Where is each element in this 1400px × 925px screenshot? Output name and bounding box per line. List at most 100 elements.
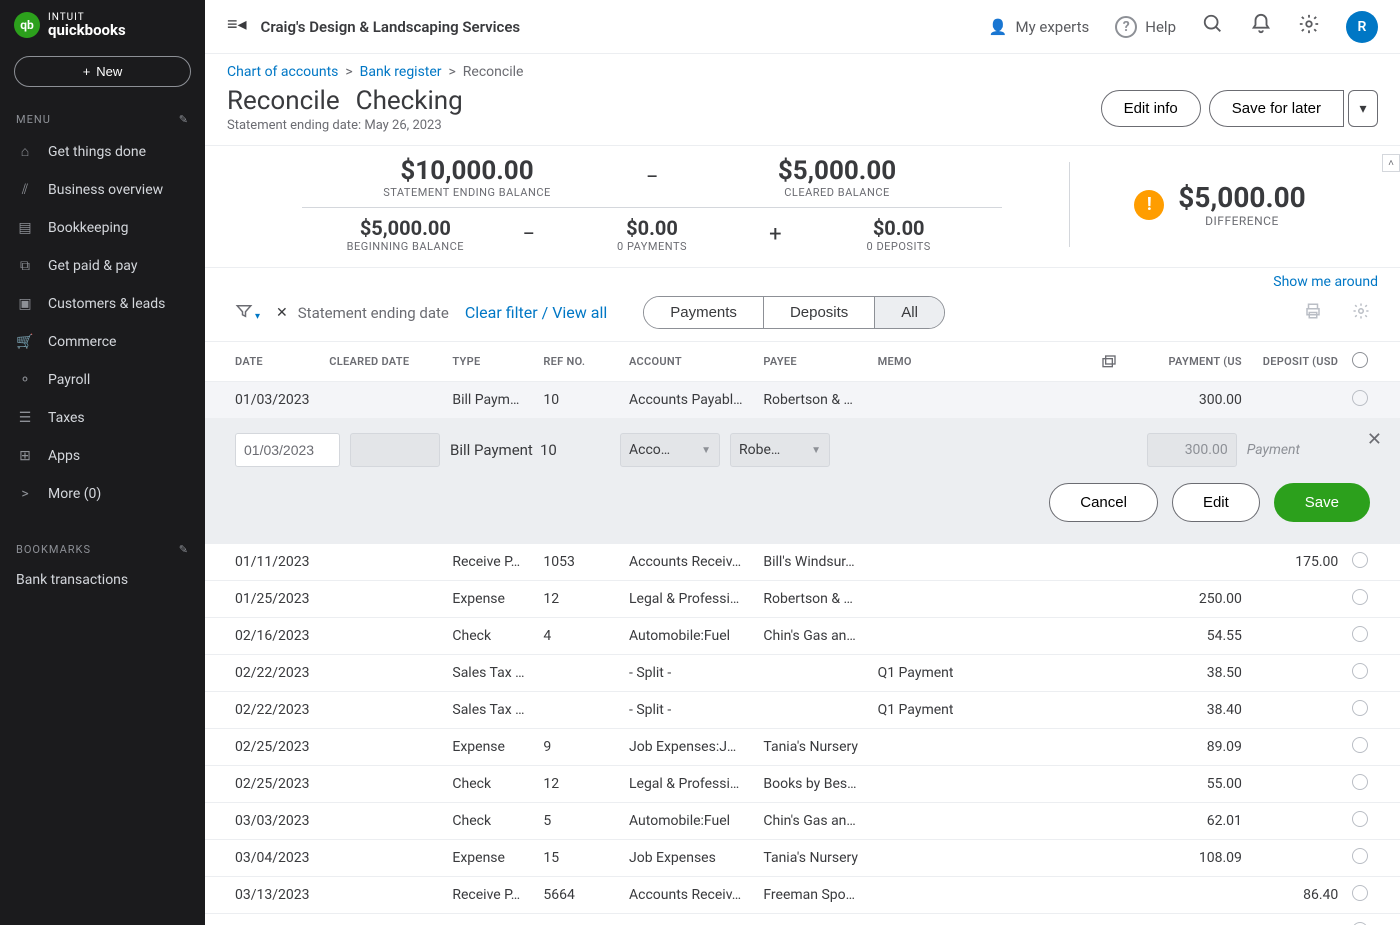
bookmark-item[interactable]: Bank transactions — [0, 562, 205, 598]
print-icon[interactable] — [1304, 302, 1322, 324]
table-row[interactable]: 02/22/2023Sales Tax …- Split -Q1 Payment… — [205, 692, 1400, 729]
col-deposit[interactable]: DEPOSIT (USD — [1248, 342, 1344, 382]
col-window-icon[interactable] — [1077, 342, 1141, 382]
sidebar-item-label: Commerce — [48, 334, 116, 350]
col-memo[interactable]: MEMO — [872, 342, 1077, 382]
minus-icon: − — [632, 165, 672, 190]
row-select-radio[interactable] — [1344, 914, 1400, 925]
save-dropdown-caret[interactable]: ▾ — [1348, 90, 1378, 127]
table-row[interactable]: 01/25/2023Expense12Legal & Professi…Robe… — [205, 581, 1400, 618]
save-for-later-button[interactable]: Save for later — [1209, 90, 1344, 127]
sidebar-item[interactable]: 🛒Commerce — [0, 323, 205, 361]
table-row[interactable]: 02/25/2023Check12Legal & Professi…Books … — [205, 766, 1400, 803]
table-row[interactable]: 03/13/2023Sales Rec…1008Design incomeKat… — [205, 914, 1400, 925]
row-select-radio[interactable] — [1344, 692, 1400, 729]
hamburger-icon[interactable]: ≡◂ — [227, 14, 247, 35]
seg-deposits[interactable]: Deposits — [763, 297, 874, 328]
editor-payee-select[interactable]: Robe…▼ — [730, 433, 830, 467]
col-account[interactable]: ACCOUNT — [623, 342, 757, 382]
sidebar-item[interactable]: ⫽Business overview — [0, 171, 205, 209]
cell — [323, 840, 446, 877]
cell: 9 — [537, 729, 623, 766]
sidebar-item[interactable]: ▤Bookkeeping — [0, 209, 205, 247]
show-me-around-link[interactable]: Show me around — [1273, 274, 1378, 290]
breadcrumb-register[interactable]: Bank register — [360, 64, 442, 80]
row-select-radio[interactable] — [1344, 581, 1400, 618]
col-checkbox[interactable] — [1344, 342, 1400, 382]
new-button-label: New — [96, 64, 122, 79]
cell: 5 — [537, 803, 623, 840]
table-row[interactable]: 02/22/2023Sales Tax …- Split -Q1 Payment… — [205, 655, 1400, 692]
cancel-button[interactable]: Cancel — [1049, 483, 1158, 522]
editor-amount-input[interactable]: 300.00 — [1147, 433, 1237, 467]
row-select-radio[interactable] — [1344, 840, 1400, 877]
col-type[interactable]: TYPE — [446, 342, 537, 382]
table-row[interactable]: 03/13/2023Receive P…5664Accounts Receiv…… — [205, 877, 1400, 914]
cell — [872, 840, 1077, 877]
bell-icon[interactable] — [1250, 13, 1272, 40]
cell — [1077, 581, 1141, 618]
cell: 38.40 — [1141, 692, 1248, 729]
cell: Receive P… — [446, 877, 537, 914]
chevron-up-icon: ˄ — [1388, 158, 1394, 169]
seg-all[interactable]: All — [874, 297, 944, 328]
row-select-radio[interactable] — [1344, 729, 1400, 766]
table-row[interactable]: 03/03/2023Check5Automobile:FuelChin's Ga… — [205, 803, 1400, 840]
clear-filter-link[interactable]: Clear filter / View all — [465, 303, 607, 322]
collapse-summary-button[interactable]: ˄ — [1382, 154, 1400, 172]
col-ref[interactable]: REF NO. — [537, 342, 623, 382]
sidebar-item[interactable]: ⌂Get things done — [0, 132, 205, 171]
gear-icon[interactable] — [1298, 13, 1320, 40]
cell — [323, 877, 446, 914]
cell: 175.00 — [1248, 544, 1344, 581]
row-select-radio[interactable] — [1344, 766, 1400, 803]
seg-payments[interactable]: Payments — [644, 297, 763, 328]
page-title: Reconcile Checking — [227, 86, 463, 116]
table-row[interactable]: 01/11/2023Receive P…1053Accounts Receiv…… — [205, 544, 1400, 581]
row-select-radio[interactable] — [1344, 877, 1400, 914]
sidebar-item[interactable]: ⧉Get paid & pay — [0, 247, 205, 285]
chevron-down-icon: ▾ — [1359, 101, 1366, 117]
cell — [1077, 877, 1141, 914]
table-row[interactable]: 03/04/2023Expense15Job ExpensesTania's N… — [205, 840, 1400, 877]
row-select-radio[interactable] — [1344, 655, 1400, 692]
editor-date-input[interactable] — [235, 433, 340, 467]
row-select-radio[interactable] — [1344, 382, 1400, 419]
help-link[interactable]: ? Help — [1115, 16, 1176, 38]
editor-account-select[interactable]: Acco…▼ — [620, 433, 720, 467]
pencil-icon[interactable]: ✎ — [179, 113, 189, 126]
editor-cleared-input[interactable] — [350, 433, 440, 467]
filter-icon[interactable] — [235, 302, 253, 324]
edit-button[interactable]: Edit — [1172, 483, 1260, 522]
sidebar-item[interactable]: >More (0) — [0, 475, 205, 513]
clear-filter-x-icon[interactable]: ✕ — [276, 305, 288, 321]
save-button[interactable]: Save — [1274, 483, 1370, 522]
table-settings-gear-icon[interactable] — [1352, 302, 1370, 324]
sidebar-item[interactable]: ⚬Payroll — [0, 361, 205, 399]
search-icon[interactable] — [1202, 13, 1224, 40]
sidebar-item[interactable]: ☰Taxes — [0, 399, 205, 437]
table-row[interactable]: 02/16/2023Check4Automobile:FuelChin's Ga… — [205, 618, 1400, 655]
close-icon[interactable]: ✕ — [1367, 429, 1382, 450]
my-experts-link[interactable]: 👤 My experts — [989, 18, 1089, 36]
col-payee[interactable]: PAYEE — [757, 342, 871, 382]
row-select-radio[interactable] — [1344, 618, 1400, 655]
col-payment[interactable]: PAYMENT (US — [1141, 342, 1248, 382]
col-cleared[interactable]: CLEARED DATE — [323, 342, 446, 382]
edit-info-button[interactable]: Edit info — [1101, 90, 1201, 127]
breadcrumb-chart[interactable]: Chart of accounts — [227, 64, 338, 80]
table-row[interactable]: 02/25/2023Expense9Job Expenses:J…Tania's… — [205, 729, 1400, 766]
cell — [1077, 655, 1141, 692]
pencil-icon[interactable]: ✎ — [179, 543, 189, 556]
col-date[interactable]: DATE — [205, 342, 323, 382]
new-button[interactable]: + New — [14, 56, 191, 87]
avatar[interactable]: R — [1346, 11, 1378, 43]
sidebar-item[interactable]: ▣Customers & leads — [0, 285, 205, 323]
row-select-radio[interactable] — [1344, 803, 1400, 840]
wallet-icon: ⧉ — [16, 258, 34, 274]
row-select-radio[interactable] — [1344, 544, 1400, 581]
sidebar-item[interactable]: ⊞Apps — [0, 437, 205, 475]
deposits-caption: 0 DEPOSITS — [795, 240, 1002, 253]
table-row[interactable]: 01/03/2023Bill Paym…10Accounts Payabl…Ro… — [205, 382, 1400, 419]
cell: 38.50 — [1141, 655, 1248, 692]
